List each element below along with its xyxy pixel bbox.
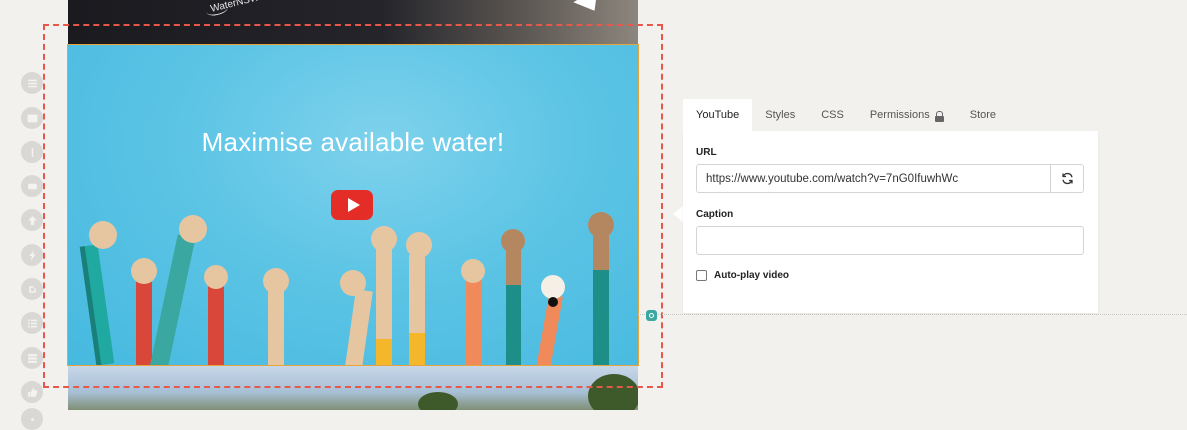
url-input[interactable] xyxy=(696,164,1050,193)
settings-tabs: YouTube Styles CSS Permissions Store xyxy=(683,99,1009,131)
columns-icon[interactable] xyxy=(21,347,43,369)
youtube-settings-panel: URL Caption Auto-play video xyxy=(683,131,1098,313)
embed-icon[interactable] xyxy=(21,278,43,300)
video-icon[interactable] xyxy=(21,175,43,197)
palm-tree-graphic xyxy=(588,374,638,410)
lock-icon xyxy=(934,110,944,122)
list-icon[interactable] xyxy=(21,312,43,334)
youtube-play-button[interactable] xyxy=(331,190,373,220)
tab-label: Permissions xyxy=(869,109,930,121)
autoplay-label: Auto-play video xyxy=(714,270,790,281)
alignment-guide-line xyxy=(638,314,1187,315)
refresh-button[interactable] xyxy=(1050,164,1084,193)
caption-input[interactable] xyxy=(696,226,1084,255)
url-label: URL xyxy=(696,147,717,158)
panel-pointer xyxy=(673,206,683,222)
video-logo: WaterNSW xyxy=(209,0,261,15)
image-icon[interactable] xyxy=(21,107,43,129)
tab-label: CSS xyxy=(821,109,844,121)
tab-label: YouTube xyxy=(696,109,740,121)
caption-label: Caption xyxy=(696,209,734,220)
youtube-video-block[interactable]: Maximise available water! xyxy=(67,44,639,366)
text-icon[interactable] xyxy=(21,72,43,94)
youtube-play-icon xyxy=(347,198,360,212)
block-anchor-icon[interactable] xyxy=(646,310,657,321)
tab-styles[interactable]: Styles xyxy=(752,99,808,131)
tab-label: Styles xyxy=(765,109,796,121)
tab-store[interactable]: Store xyxy=(957,99,1009,131)
palm-tree-graphic xyxy=(418,392,458,410)
refresh-icon xyxy=(1061,172,1073,185)
upload-icon[interactable] xyxy=(21,209,43,231)
arrow-graphic-icon xyxy=(573,0,607,18)
url-field-group xyxy=(696,164,1084,193)
next-video-block[interactable] xyxy=(68,366,638,410)
lightning-icon[interactable] xyxy=(21,244,43,266)
autoplay-checkbox[interactable] xyxy=(696,270,707,281)
tab-youtube[interactable]: YouTube xyxy=(683,99,753,131)
spacer-icon[interactable] xyxy=(21,141,43,163)
autoplay-toggle[interactable]: Auto-play video xyxy=(696,270,789,281)
tab-label: Store xyxy=(969,109,997,121)
tab-css[interactable]: CSS xyxy=(808,99,857,131)
previous-video-block[interactable]: WaterNSW xyxy=(68,0,638,44)
tab-permissions[interactable]: Permissions xyxy=(857,99,957,131)
more-icon[interactable] xyxy=(21,408,43,430)
thumbs-up-icon[interactable] xyxy=(21,381,43,403)
